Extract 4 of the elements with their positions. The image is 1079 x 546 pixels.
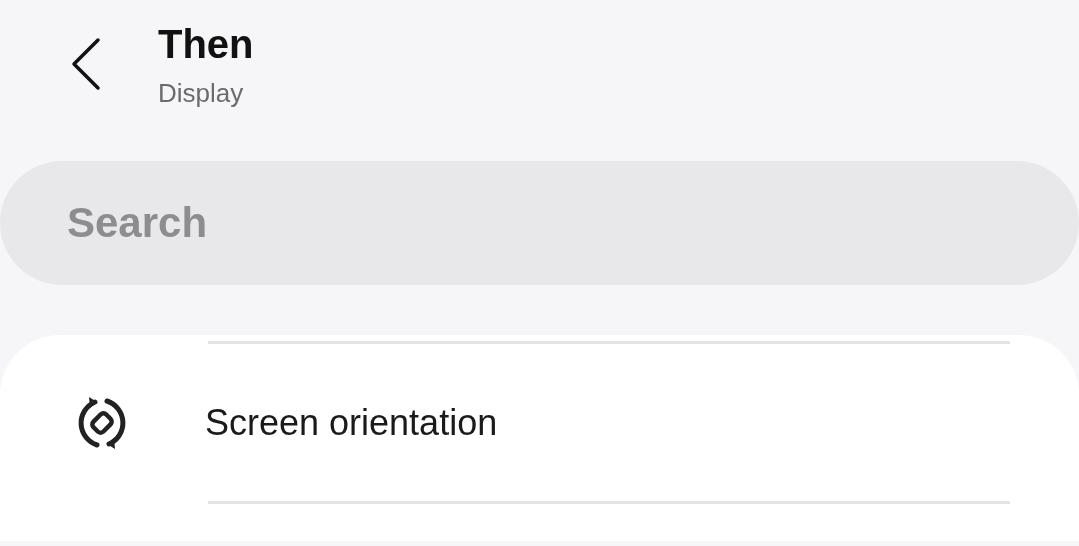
search-field[interactable]: Search <box>0 161 1079 285</box>
page-title: Then <box>158 21 254 68</box>
page-subtitle: Display <box>158 78 245 109</box>
setting-label[interactable]: Screen orientation <box>205 401 498 444</box>
